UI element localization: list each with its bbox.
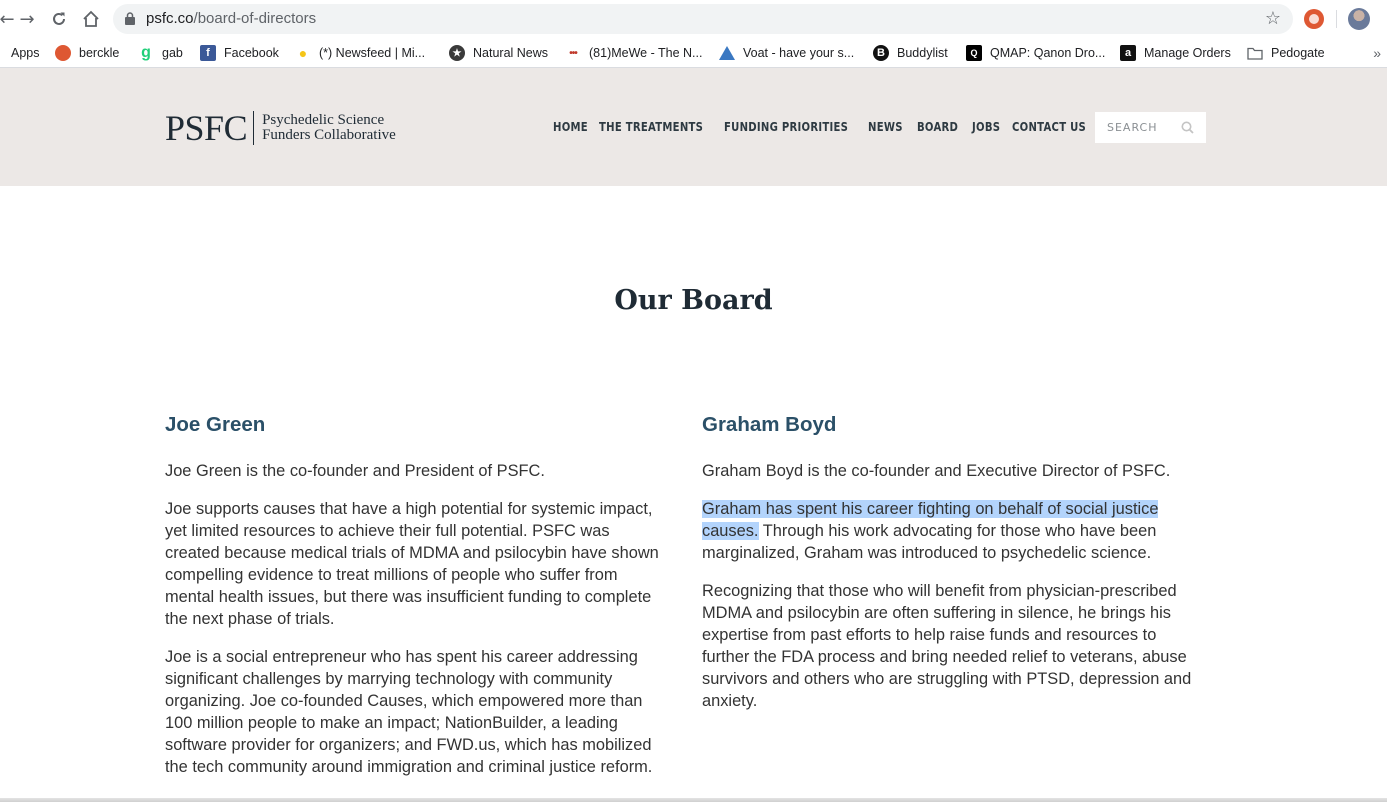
voat-triangle-icon [719,45,735,61]
bookmark-manage-orders[interactable]: a Manage Orders [1120,43,1231,63]
lightbulb-icon: ● [298,45,308,61]
bio-paragraph: Joe supports causes that have a high pot… [165,500,659,628]
member-bio: Joe Green is the co-founder and Presiden… [165,460,665,778]
buddylist-icon: B [873,45,889,61]
bookmark-label: (81)MeWe - The N... [589,46,703,60]
browser-toolbar: ← → psfc.co/board-of-directors ☆ [0,0,1387,38]
bookmark-star-icon[interactable]: ☆ [1265,8,1281,29]
main-nav: HOME THE TREATMENTS FUNDING PRIORITIES N… [553,120,1117,134]
bio-paragraph: Graham has spent his career fighting on … [702,498,1207,564]
logo-divider [253,111,255,145]
toolbar-divider [1336,10,1337,28]
page-title: Our Board [614,285,773,316]
facebook-icon: f [200,45,216,61]
nav-news[interactable]: NEWS [868,120,903,134]
nav-the-treatments[interactable]: THE TREATMENTS [599,120,703,134]
nav-contact-us[interactable]: CONTACT US [1012,120,1086,134]
member-name: Graham Boyd [702,413,837,436]
bookmarks-overflow-icon[interactable]: » [1373,45,1381,61]
bookmark-newsfeed[interactable]: ● (*) Newsfeed | Mi... [295,43,425,63]
bookmark-label: Pedogate [1271,46,1325,60]
home-icon[interactable] [80,8,102,30]
bookmark-mewe[interactable]: ••• (81)MeWe - The N... [565,43,702,63]
apps-grid-icon [0,45,6,61]
bio-paragraph: Recognizing that those who will benefit … [702,582,1192,710]
address-bar[interactable]: psfc.co/board-of-directors ☆ [113,4,1293,34]
bookmark-label: Manage Orders [1144,46,1231,60]
bookmark-gab[interactable]: g gab [138,43,183,63]
search-icon[interactable] [1181,121,1194,134]
url-path: /board-of-directors [193,10,317,27]
bio-paragraph: Graham Boyd is the co-founder and Execut… [702,462,1171,480]
nav-home[interactable]: HOME [553,120,588,134]
bookmark-apps[interactable]: Apps [0,43,40,63]
bookmark-label: Apps [11,46,40,60]
nav-funding-priorities[interactable]: FUNDING PRIORITIES [724,120,848,134]
bookmark-label: Facebook [224,46,279,60]
bookmark-label: Natural News [473,46,549,60]
board-member-joe-green: Joe Green Joe Green is the co-founder an… [165,411,665,794]
bookmark-buddylist[interactable]: B Buddylist [873,43,948,63]
nav-jobs[interactable]: JOBS [972,120,1000,134]
bookmarks-bar: Apps berckle g gab f Facebook ● (*) News… [0,38,1387,68]
bio-paragraph: Joe Green is the co-founder and Presiden… [165,462,545,480]
bookmark-label: gab [162,46,183,60]
search-input[interactable] [1095,112,1175,143]
bookmark-natural-news[interactable]: ★ Natural News [449,43,548,63]
lock-icon [125,12,135,25]
url-text[interactable]: psfc.co/board-of-directors [146,10,316,27]
board-member-graham-boyd: Graham Boyd Graham Boyd is the co-founde… [702,411,1207,728]
star-badge-icon: ★ [449,45,465,61]
gab-icon: g [141,44,151,61]
bookmark-label: berckle [79,46,120,60]
site-search [1095,112,1206,143]
reload-icon[interactable] [48,8,70,30]
duckduckgo-extension-icon[interactable] [1304,9,1324,29]
logo-line-2: Funders Collaborative [262,127,396,143]
bookmark-facebook[interactable]: f Facebook [200,43,279,63]
bookmark-label: Voat - have your s... [743,46,855,60]
site-header: PSFC Psychedelic Science Funders Collabo… [0,68,1387,186]
bottom-edge [0,798,1387,802]
logo-mark: PSFC [165,108,248,148]
bookmark-qmap[interactable]: Q QMAP: Qanon Dro... [966,43,1105,63]
psfc-logo[interactable]: PSFC Psychedelic Science Funders Collabo… [165,110,396,146]
bio-text: Through his work advocating for those wh… [702,522,1157,562]
bio-paragraph: Joe is a social entrepreneur who has spe… [165,648,653,776]
amazon-icon: a [1120,45,1136,61]
duckduckgo-icon [55,45,71,61]
member-bio: Graham Boyd is the co-founder and Execut… [702,460,1207,712]
bookmark-label: Buddylist [897,46,948,60]
member-name: Joe Green [165,413,266,436]
nav-board[interactable]: BOARD [917,120,958,134]
url-host: psfc.co [146,10,194,27]
bookmark-voat[interactable]: Voat - have your s... [719,43,854,63]
bookmark-berckle[interactable]: berckle [55,43,119,63]
logo-line-1: Psychedelic Science [262,112,385,128]
mewe-dots-icon: ••• [569,47,578,59]
profile-avatar[interactable] [1348,8,1370,30]
bookmark-label: QMAP: Qanon Dro... [990,46,1106,60]
bookmark-pedogate[interactable]: Pedogate [1247,43,1325,63]
qmap-icon: Q [966,45,982,61]
forward-arrow-icon[interactable]: → [16,8,38,30]
folder-icon [1247,45,1263,61]
bookmark-label: (*) Newsfeed | Mi... [319,46,426,60]
